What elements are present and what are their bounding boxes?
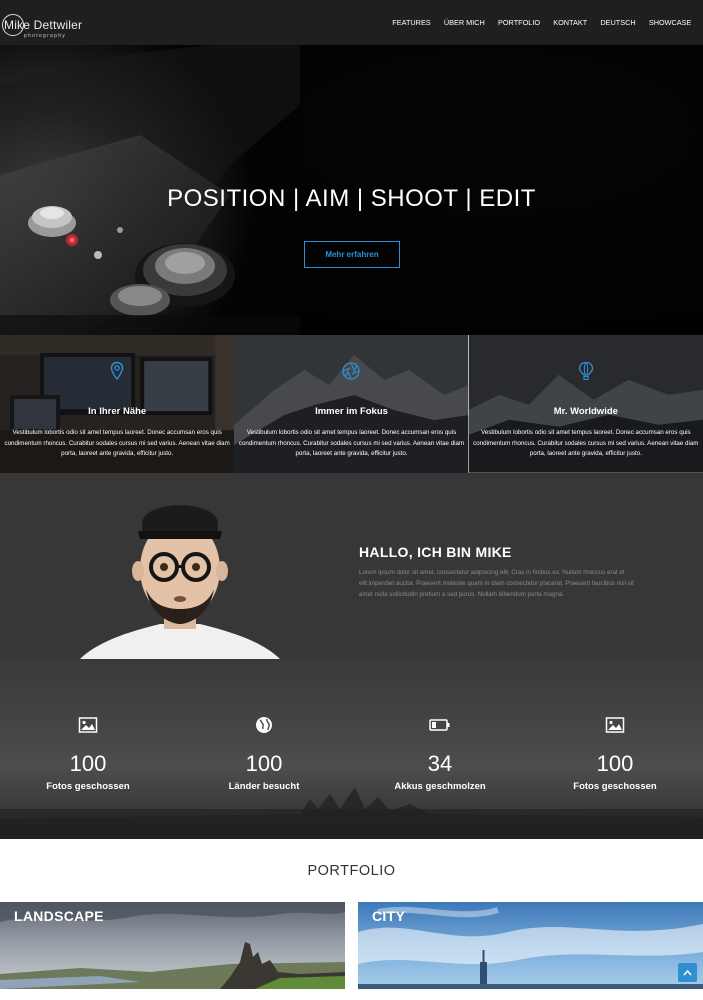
chevron-up-icon	[683, 969, 692, 976]
battery-icon	[429, 719, 450, 731]
globe-icon	[256, 717, 272, 733]
hot-air-balloon-icon	[578, 361, 593, 381]
hero-title: POSITION | AIM | SHOOT | EDIT	[167, 185, 536, 212]
logo-tagline: photography	[24, 32, 67, 39]
top-navbar: Mike Dettwiler photography FEATURES ÜBER…	[0, 0, 703, 45]
nav-link-ueber-mich[interactable]: ÜBER MICH	[437, 18, 491, 27]
feature-title: In Ihrer Nähe	[88, 406, 147, 417]
logo-name: Mike Dettwiler	[4, 17, 83, 32]
stat-value: 34	[427, 751, 453, 776]
portfolio-section: PORTFOLIO LANDSCAPE CITY	[0, 839, 703, 1000]
stat-value: 100	[69, 751, 107, 776]
feature-text: Vestibulum lobortis odio sit amet tempus…	[238, 429, 465, 457]
stat-fotos-geschossen-2: 100 Fotos geschossen	[527, 659, 703, 839]
portfolio-card-landscape[interactable]: LANDSCAPE	[0, 902, 345, 989]
feature-card-in-ihrer-naehe: In Ihrer Nähe Vestibulum lobortis odio s…	[0, 335, 235, 473]
logo-mark: Mike Dettwiler photography	[2, 8, 82, 39]
stat-value: 100	[245, 751, 283, 776]
aperture-icon	[342, 362, 361, 380]
stat-value: 100	[596, 751, 634, 776]
stat-laender-besucht: 100 Länder besucht	[176, 659, 352, 839]
nav-link-features[interactable]: FEATURES	[386, 18, 438, 27]
stats-section: 100 Fotos geschossen 100 Länder besucht …	[0, 659, 703, 839]
nav-link-portfolio[interactable]: PORTFOLIO	[491, 18, 546, 27]
stat-label: Akkus geschmolzen	[394, 781, 486, 792]
portfolio-card-label: LANDSCAPE	[14, 908, 104, 924]
nav-link-showcase[interactable]: SHOWCASE	[642, 18, 698, 27]
image-icon	[78, 717, 98, 733]
map-marker-icon	[110, 361, 124, 381]
about-section: HALLO, ICH BIN MIKE Lorem ipsum dolor si…	[0, 473, 703, 659]
image-icon	[605, 717, 625, 733]
portfolio-card-city[interactable]: CITY	[358, 902, 703, 989]
stat-label: Fotos geschossen	[46, 781, 130, 792]
portrait-photo	[80, 505, 280, 659]
site-logo[interactable]: Mike Dettwiler photography	[0, 0, 82, 45]
nav-links: FEATURES ÜBER MICH PORTFOLIO KONTAKT DEU…	[386, 18, 703, 27]
nav-link-deutsch[interactable]: DEUTSCH	[594, 18, 642, 27]
about-text: Lorem ipsum dolor sit amet, consectetur …	[359, 569, 634, 598]
city-photo	[358, 902, 703, 989]
scroll-to-top-button[interactable]	[678, 963, 697, 982]
portfolio-card-label: CITY	[372, 908, 406, 924]
feature-text: Vestibulum lobortis odio sit amet tempus…	[4, 429, 230, 457]
features-section: In Ihrer Nähe Vestibulum lobortis odio s…	[0, 335, 703, 473]
feature-card-mr-worldwide: Mr. Worldwide Vestibulum lobortis odio s…	[468, 335, 703, 473]
mehr-erfahren-button[interactable]: Mehr erfahren	[304, 241, 400, 268]
feature-title: Immer im Fokus	[315, 406, 388, 417]
nav-link-kontakt[interactable]: KONTAKT	[547, 18, 594, 27]
about-title: HALLO, ICH BIN MIKE	[359, 544, 512, 560]
portfolio-title: PORTFOLIO	[307, 863, 396, 879]
stat-label: Fotos geschossen	[573, 781, 657, 792]
stat-akkus-geschmolzen: 34 Akkus geschmolzen	[352, 659, 528, 839]
stat-label: Länder besucht	[228, 781, 300, 792]
feature-text: Vestibulum lobortis odio sit amet tempus…	[473, 429, 699, 457]
stat-fotos-geschossen-1: 100 Fotos geschossen	[0, 659, 176, 839]
feature-title: Mr. Worldwide	[553, 406, 618, 417]
feature-card-immer-im-fokus: Immer im Fokus Vestibulum lobortis odio …	[234, 335, 469, 473]
hero-section: POSITION | AIM | SHOOT | EDIT Mehr erfah…	[0, 45, 703, 335]
